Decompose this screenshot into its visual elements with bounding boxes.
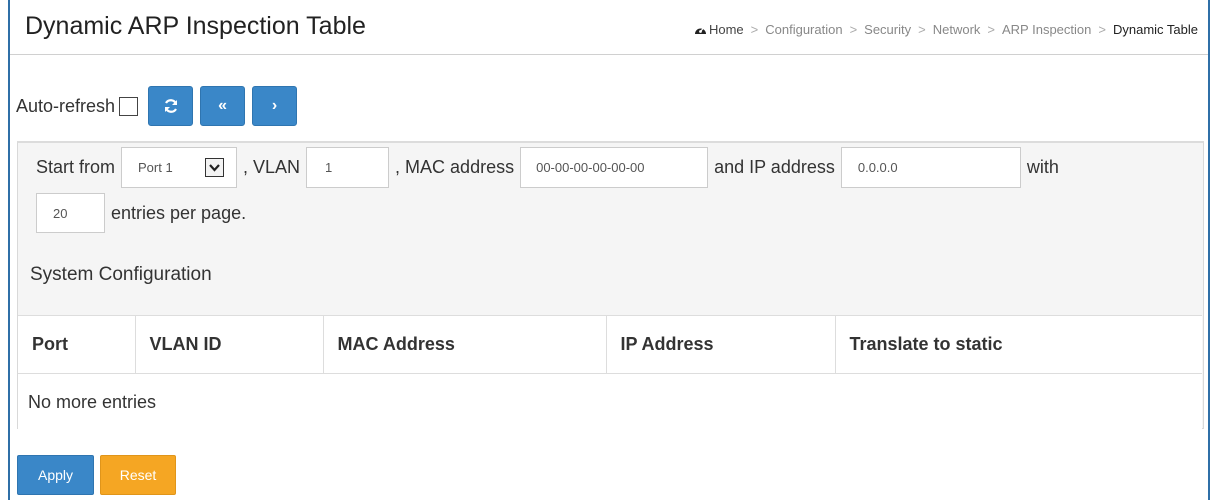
frame-right-border (1208, 0, 1210, 500)
refresh-icon (164, 99, 177, 113)
breadcrumb-network[interactable]: Network (933, 22, 981, 37)
column-header-translate-to-static: Translate to static (834, 315, 1202, 374)
breadcrumb-separator: > (1098, 22, 1106, 37)
start-from-label: Start from (36, 157, 116, 177)
title-divider (10, 54, 1208, 55)
breadcrumb-security[interactable]: Security (864, 22, 911, 37)
reset-button[interactable]: Reset (100, 455, 176, 495)
vlan-label: , VLAN (243, 157, 301, 177)
empty-table-message: No more entries (18, 373, 1202, 431)
breadcrumb-arp-inspection[interactable]: ARP Inspection (1002, 22, 1091, 37)
port-select[interactable]: Port 1 (121, 147, 238, 188)
frame-left-border (8, 0, 10, 500)
table-row: No more entries (18, 373, 1202, 431)
ip-address-label: and IP address (714, 157, 835, 177)
next-page-button[interactable]: › (252, 86, 298, 126)
auto-refresh-label: Auto-refresh (16, 95, 116, 116)
breadcrumb-separator: > (750, 22, 759, 37)
arp-table: Port VLAN ID MAC Address IP Address Tran… (18, 315, 1202, 431)
vlan-input[interactable]: 1 (306, 147, 390, 188)
first-page-button[interactable]: « (200, 86, 246, 126)
port-select-value: Port 1 (138, 160, 173, 175)
breadcrumb-separator: > (987, 22, 995, 37)
column-header-vlan-id: VLAN ID (134, 315, 323, 374)
mac-address-input[interactable]: 00-00-00-00-00-00 (520, 147, 709, 188)
breadcrumb-dynamic-table: Dynamic Table (1112, 22, 1198, 37)
breadcrumb: Home > Configuration > Security > Networ… (694, 22, 1198, 37)
ip-address-input[interactable]: 0.0.0.0 (840, 147, 1021, 188)
toolbar: Auto-refresh « › (16, 86, 304, 126)
dashboard-icon (694, 27, 706, 34)
apply-button[interactable]: Apply (17, 455, 94, 495)
filter-row: Start from Port 1 , VLAN 1 , MAC address… (36, 146, 1065, 189)
page-title: Dynamic ARP Inspection Table (25, 12, 366, 40)
refresh-button[interactable] (148, 86, 194, 126)
chevron-down-icon (205, 158, 225, 177)
chevron-right-icon: › (271, 97, 278, 114)
entries-per-page-input[interactable]: 20 (36, 193, 105, 233)
column-header-mac-address: MAC Address (322, 315, 606, 374)
breadcrumb-separator: > (849, 22, 858, 37)
table-header-row: Port VLAN ID MAC Address IP Address Tran… (18, 315, 1202, 374)
entries-row: 20 entries per page. (36, 193, 246, 233)
column-header-port: Port (18, 315, 135, 374)
entries-per-page-label: entries per page. (111, 202, 247, 223)
auto-refresh-checkbox[interactable] (119, 96, 139, 116)
mac-address-label: , MAC address (395, 157, 515, 177)
section-title: System Configuration (30, 264, 212, 285)
column-header-ip-address: IP Address (605, 315, 835, 374)
breadcrumb-configuration[interactable]: Configuration (765, 22, 842, 37)
double-chevron-left-icon: « (218, 97, 227, 114)
breadcrumb-home[interactable]: Home (694, 22, 744, 37)
with-label: with (1026, 157, 1059, 177)
breadcrumb-separator: > (918, 22, 926, 37)
